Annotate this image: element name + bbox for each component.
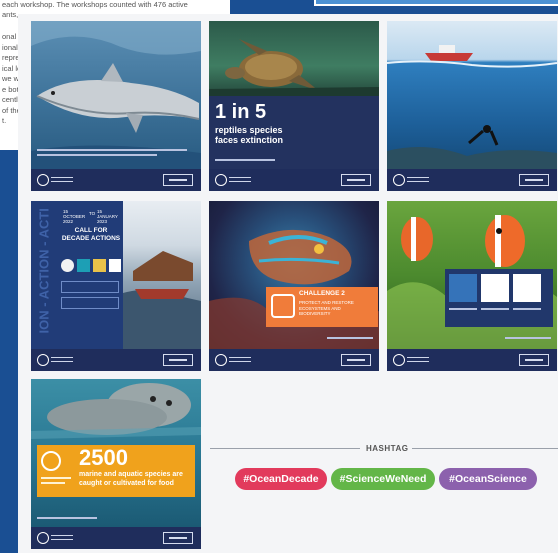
seal-caption: marine and aquatic species are caught or…	[79, 471, 183, 487]
hashtag-title: HASHTAG	[366, 444, 409, 453]
hashtag-ocean-decade[interactable]: #OceanDecade	[235, 468, 327, 490]
vertical-side-text: ION - ACTION - ACTI	[36, 208, 52, 334]
fish-plate-icon	[41, 451, 61, 471]
unesco-logo-icon	[37, 174, 49, 186]
card-footer	[31, 527, 201, 549]
challenge-caption: PROTECT AND RESTORE ECOSYSTEMS AND BIODI…	[299, 300, 354, 316]
card-seal[interactable]: 2500 marine and aquatic species are caug…	[31, 379, 201, 549]
shark-photo	[31, 21, 201, 169]
hashtag-divider-right	[412, 448, 558, 449]
card-cta-button[interactable]	[519, 174, 549, 186]
seal-stat: 2500	[79, 445, 128, 470]
background-window-accent	[316, 0, 558, 4]
turtle-photo	[209, 21, 379, 96]
boat-photo	[123, 201, 201, 349]
card-cta-button[interactable]	[163, 354, 193, 366]
card-footer	[31, 349, 201, 371]
card-footer	[387, 169, 557, 191]
card-cta-button[interactable]	[519, 354, 549, 366]
card-diver[interactable]	[387, 21, 557, 191]
diver-photo	[387, 21, 557, 169]
card-footer	[209, 349, 379, 371]
sdg-sun-icon	[513, 274, 541, 302]
background-text-line: each workshop. The workshops counted wit…	[2, 0, 188, 9]
card-cta-button[interactable]	[341, 354, 371, 366]
unesco-logo-icon	[37, 532, 49, 544]
card-footer	[31, 169, 201, 191]
unesco-logo-icon	[215, 174, 227, 186]
sdg-fish-icon	[481, 274, 509, 302]
decade-title: CALL FOR DECADE ACTIONS	[61, 227, 121, 242]
unesco-logo-icon	[37, 354, 49, 366]
decade-date-from: 15 OCTOBER 2022	[63, 209, 86, 224]
card-footer	[387, 349, 557, 371]
sdg-coral-icon	[449, 274, 477, 302]
card-cta-button[interactable]	[163, 174, 193, 186]
unesco-logo-icon	[393, 354, 405, 366]
card-cta-button[interactable]	[163, 532, 193, 544]
card-clownfish[interactable]	[387, 201, 557, 371]
turtle-caption: reptiles species faces extinction	[215, 125, 284, 145]
turtle-stat: 1 in 5	[215, 101, 267, 123]
challenge-label: CHALLENGE 2	[299, 290, 345, 297]
unesco-logo-icon	[215, 354, 227, 366]
decade-date-to-label: TO	[89, 211, 96, 216]
card-turtle[interactable]: 1 in 5 reptiles species faces extinction	[209, 21, 379, 191]
decade-date-to: 15 JANUARY 2023	[97, 209, 118, 224]
card-shark[interactable]	[31, 21, 201, 191]
hashtag-divider-left	[210, 448, 360, 449]
card-cta-button[interactable]	[341, 174, 371, 186]
card-challenge-2[interactable]: CHALLENGE 2 PROTECT AND RESTORE ECOSYSTE…	[209, 201, 379, 371]
card-decade-actions[interactable]: ION - ACTION - ACTI 15 OCTOBER 2022 TO 1…	[31, 201, 201, 371]
hashtag-ocean-science[interactable]: #OceanScience	[439, 468, 537, 490]
card-footer	[209, 169, 379, 191]
unesco-logo-icon	[393, 174, 405, 186]
hashtag-science-we-need[interactable]: #ScienceWeNeed	[331, 468, 435, 490]
coral-hands-icon	[271, 294, 295, 318]
